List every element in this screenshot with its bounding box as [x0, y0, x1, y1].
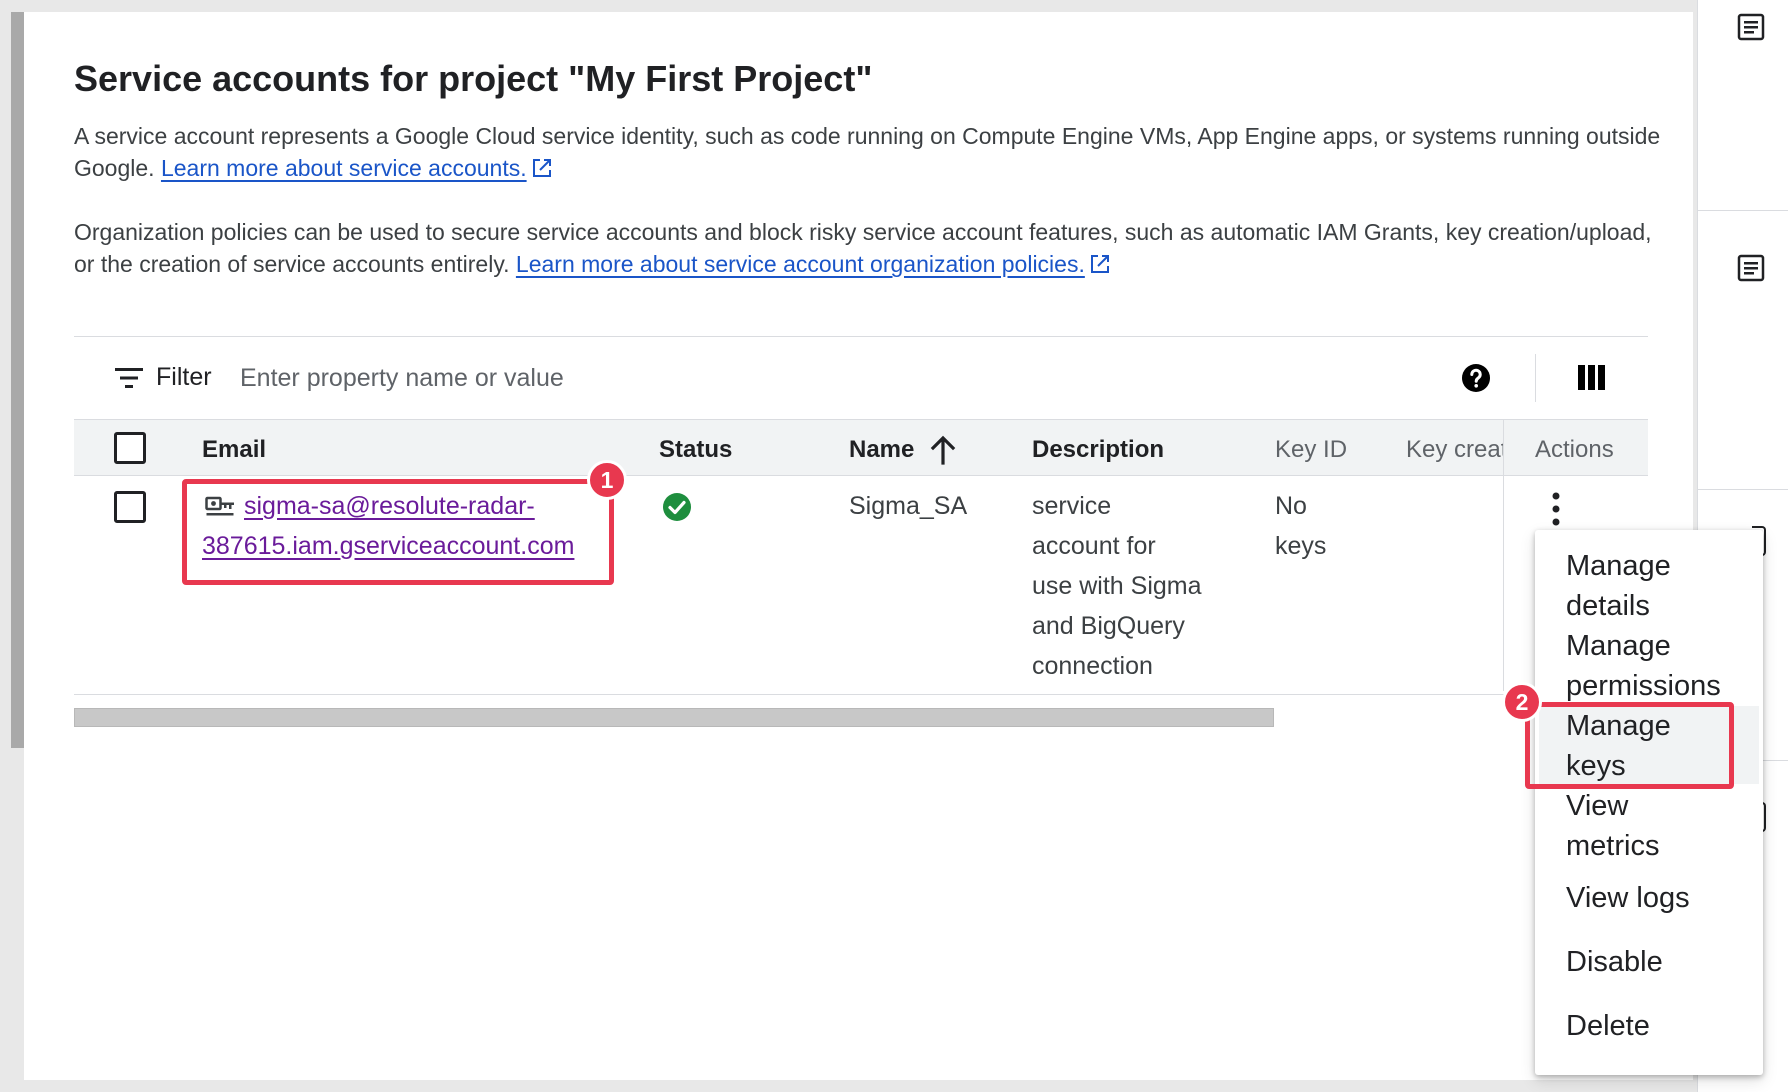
row-description-line: service	[1032, 492, 1112, 520]
select-all-checkbox[interactable]	[114, 432, 146, 464]
row-key-id-line: No	[1275, 492, 1307, 520]
toolbar-separator	[1535, 354, 1536, 402]
filter-input[interactable]	[240, 360, 800, 396]
rail-divider	[1697, 210, 1788, 211]
callout-badge-1: 1	[587, 460, 627, 500]
column-header-actions: Actions	[1535, 436, 1614, 463]
row-description-line: account for	[1032, 532, 1156, 560]
menu-item-label-line: metrics	[1566, 830, 1660, 862]
column-header-status[interactable]: Status	[659, 436, 732, 464]
column-header-email[interactable]: Email	[202, 436, 266, 464]
row-checkbox[interactable]	[114, 491, 146, 523]
table-top-rule	[74, 336, 1648, 337]
view-columns-icon[interactable]	[1578, 365, 1605, 390]
menu-item-label-line: View logs	[1566, 882, 1690, 914]
actions-column-separator	[1503, 419, 1504, 691]
menu-item-view-logs[interactable]: View logs	[1566, 878, 1756, 918]
column-header-description[interactable]: Description	[1032, 436, 1164, 464]
column-header-key-id[interactable]: Key ID	[1275, 436, 1347, 464]
policy-paragraph: Organization policies can be used to sec…	[74, 216, 1664, 280]
learn-more-org-policies-link[interactable]: Learn more about service account organiz…	[516, 251, 1085, 277]
menu-item-label-line: permissions	[1566, 670, 1721, 702]
notes-icon[interactable]	[1736, 253, 1766, 283]
menu-item-label-line: View	[1566, 790, 1629, 822]
table-bottom-rule	[74, 694, 1504, 695]
horizontal-scrollbar[interactable]	[74, 708, 1274, 727]
menu-item-view-metrics[interactable]: View metrics	[1566, 786, 1756, 866]
rail-divider	[1697, 489, 1788, 490]
menu-item-disable[interactable]: Disable	[1566, 942, 1756, 982]
row-name: Sigma_SA	[849, 492, 968, 520]
column-header-key-created-clip: Key creat	[1406, 436, 1504, 466]
menu-item-delete[interactable]: Delete	[1566, 1006, 1756, 1046]
left-scrollbar[interactable]	[11, 12, 24, 748]
filter-list-icon[interactable]	[114, 366, 144, 390]
row-description-line: use with Sigma	[1032, 572, 1202, 600]
row-description-line: and BigQuery	[1032, 612, 1185, 640]
menu-item-label-line: Manage	[1566, 550, 1671, 582]
callout-manage-keys-highlight	[1525, 702, 1734, 789]
learn-more-service-accounts-link[interactable]: Learn more about service accounts.	[161, 155, 527, 181]
column-header-key-created[interactable]: Key creat	[1406, 436, 1504, 463]
open-in-new-icon[interactable]	[1089, 253, 1111, 275]
intro-paragraph: A service account represents a Google Cl…	[74, 120, 1664, 184]
check-circle-icon	[663, 493, 691, 521]
notes-icon[interactable]	[1736, 12, 1766, 42]
callout-email-highlight	[182, 479, 614, 585]
row-description-line: connection	[1032, 652, 1153, 680]
menu-item-label-line: Manage	[1566, 630, 1671, 662]
column-header-name[interactable]: Name	[849, 436, 914, 464]
help-circle-icon[interactable]	[1461, 363, 1491, 393]
menu-item-label-line: Disable	[1566, 946, 1663, 978]
arrow-up-icon[interactable]	[930, 435, 956, 465]
menu-item-manage-permissions[interactable]: Manage permissions	[1566, 626, 1756, 706]
callout-badge-2: 2	[1502, 682, 1542, 722]
open-in-new-icon[interactable]	[531, 157, 553, 179]
more-vert-icon[interactable]	[1545, 490, 1567, 528]
menu-item-label-line: details	[1566, 590, 1650, 622]
filter-label: Filter	[156, 363, 212, 391]
page-title: Service accounts for project "My First P…	[74, 58, 873, 99]
menu-item-manage-details[interactable]: Manage details	[1566, 546, 1756, 626]
menu-item-label-line: Delete	[1566, 1010, 1650, 1042]
row-key-id-line: keys	[1275, 532, 1327, 560]
